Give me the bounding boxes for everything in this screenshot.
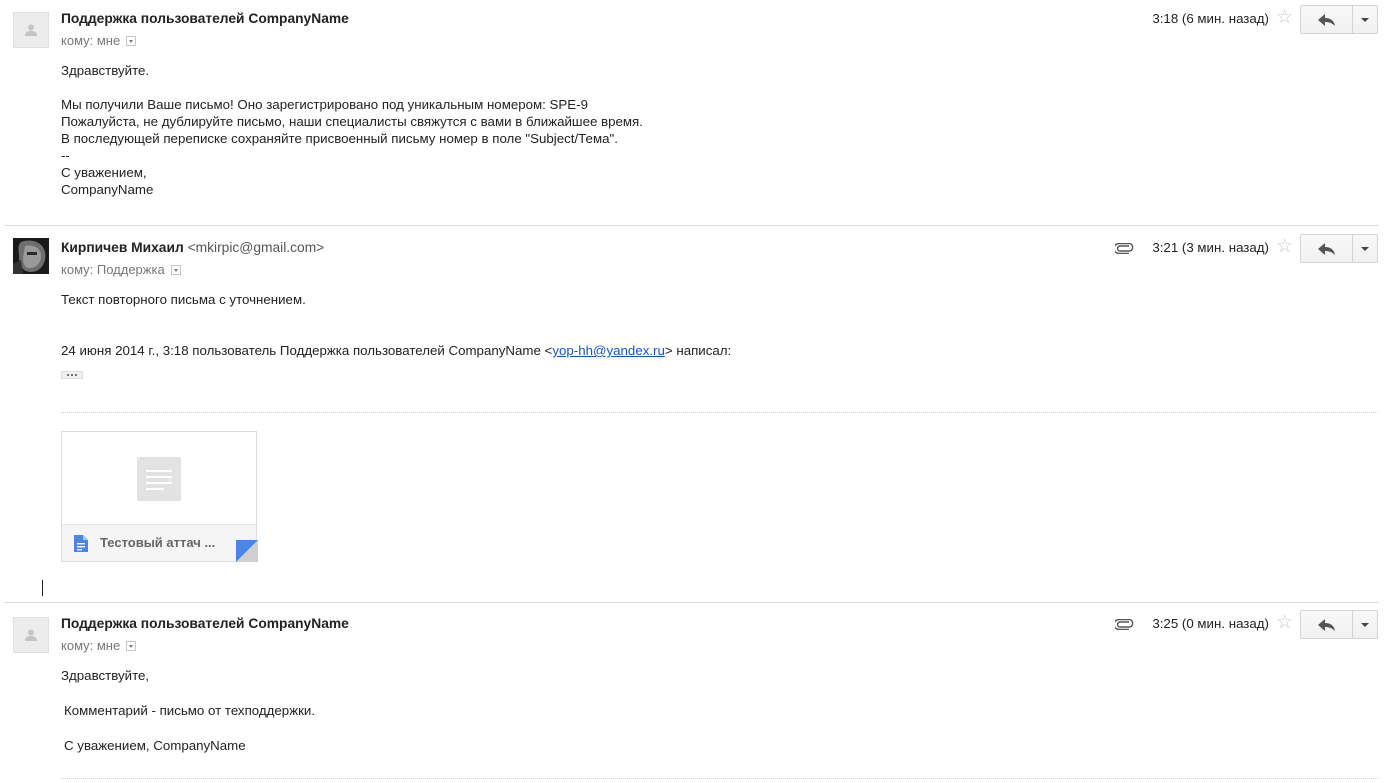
star-icon[interactable]: ☆ bbox=[1276, 237, 1293, 256]
reply-icon bbox=[1317, 13, 1335, 26]
sender-name[interactable]: Поддержка пользователей CompanyName bbox=[61, 616, 349, 631]
body-line: Здравствуйте, bbox=[61, 668, 150, 683]
body-line bbox=[61, 79, 643, 96]
quote-prefix: 24 июня 2014 г., 3:18 пользователь Подде… bbox=[61, 343, 553, 358]
show-trimmed-content-button[interactable] bbox=[61, 371, 83, 379]
recipient-label: кому: Поддержка bbox=[61, 262, 165, 277]
sender-name[interactable]: Поддержка пользователей CompanyName bbox=[61, 11, 349, 26]
body-line: -- bbox=[61, 148, 70, 163]
star-icon[interactable]: ☆ bbox=[1276, 613, 1293, 632]
attachment-corner-fold bbox=[236, 540, 258, 562]
message-divider bbox=[4, 225, 1379, 226]
quote-suffix: > написал: bbox=[664, 343, 732, 358]
sender-name: Кирпичев Михаил bbox=[61, 240, 184, 255]
body-line: Текст повторного письма с уточнением. bbox=[61, 292, 306, 307]
star-icon[interactable]: ☆ bbox=[1276, 8, 1293, 27]
document-icon bbox=[74, 535, 88, 552]
message-time[interactable]: 3:18 (6 мин. назад) bbox=[1152, 11, 1269, 26]
reply-button-group bbox=[1300, 610, 1378, 639]
recipient-details-dropdown[interactable] bbox=[170, 264, 181, 275]
chevron-down-icon bbox=[1361, 622, 1370, 627]
paperclip-icon bbox=[1113, 618, 1134, 633]
body-line: Здравствуйте. bbox=[61, 63, 150, 78]
message-divider bbox=[4, 602, 1379, 603]
message-time[interactable]: 3:21 (3 мин. назад) bbox=[1152, 240, 1269, 255]
more-actions-button[interactable] bbox=[1353, 235, 1377, 262]
chevron-down-icon bbox=[1361, 17, 1370, 22]
recipient-line[interactable]: кому: мне bbox=[61, 33, 137, 48]
message-time[interactable]: 3:25 (0 мин. назад) bbox=[1152, 616, 1269, 631]
body-line: В последующей переписке сохраняйте присв… bbox=[61, 131, 618, 146]
paperclip-icon bbox=[1113, 242, 1134, 257]
body-line: Комментарий - письмо от техподдержки. bbox=[64, 703, 316, 718]
body-line: С уважением, CompanyName bbox=[64, 738, 246, 753]
reply-button[interactable] bbox=[1301, 235, 1354, 262]
reply-button[interactable] bbox=[1301, 6, 1354, 33]
message-body: Здравствуйте. Мы получили Ваше письмо! О… bbox=[61, 62, 643, 198]
quote-header: 24 июня 2014 г., 3:18 пользователь Подде… bbox=[61, 342, 731, 359]
text-cursor bbox=[42, 580, 43, 596]
recipient-details-dropdown[interactable] bbox=[126, 35, 137, 46]
more-actions-button[interactable] bbox=[1353, 6, 1377, 33]
attachment-footer: Тестовый аттач ... bbox=[62, 524, 258, 562]
attachments-divider bbox=[61, 412, 1378, 413]
document-preview-icon bbox=[137, 457, 181, 501]
recipient-line[interactable]: кому: Поддержка bbox=[61, 262, 181, 277]
attachments-divider bbox=[61, 778, 1378, 779]
body-line: CompanyName bbox=[61, 182, 154, 197]
body-line: Пожалуйста, не дублируйте письмо, наши с… bbox=[61, 114, 643, 129]
more-actions-button[interactable] bbox=[1353, 611, 1377, 638]
attachment-card[interactable]: Тестовый аттач ... bbox=[61, 431, 258, 562]
quote-email-link[interactable]: yop-hh@yandex.ru bbox=[552, 343, 665, 358]
body-line: Мы получили Ваше письмо! Оно зарегистрир… bbox=[61, 97, 588, 112]
body-line: С уважением, bbox=[61, 165, 147, 180]
reply-icon bbox=[1317, 618, 1335, 631]
recipient-label: кому: мне bbox=[61, 33, 121, 48]
chevron-down-icon bbox=[1361, 246, 1370, 251]
user-photo-avatar[interactable] bbox=[13, 238, 49, 274]
reply-button[interactable] bbox=[1301, 611, 1354, 638]
recipient-details-dropdown[interactable] bbox=[126, 640, 137, 651]
attachment-name: Тестовый аттач ... bbox=[100, 535, 216, 550]
default-avatar-icon[interactable] bbox=[13, 12, 49, 48]
sender-email: <mkirpic@gmail.com> bbox=[187, 240, 325, 255]
reply-button-group bbox=[1300, 234, 1378, 263]
reply-icon bbox=[1317, 242, 1335, 255]
sender-line[interactable]: Кирпичев Михаил <mkirpic@gmail.com> bbox=[61, 240, 324, 255]
default-avatar-icon[interactable] bbox=[13, 617, 49, 653]
recipient-line[interactable]: кому: мне bbox=[61, 638, 137, 653]
reply-button-group bbox=[1300, 5, 1378, 34]
recipient-label: кому: мне bbox=[61, 638, 121, 653]
